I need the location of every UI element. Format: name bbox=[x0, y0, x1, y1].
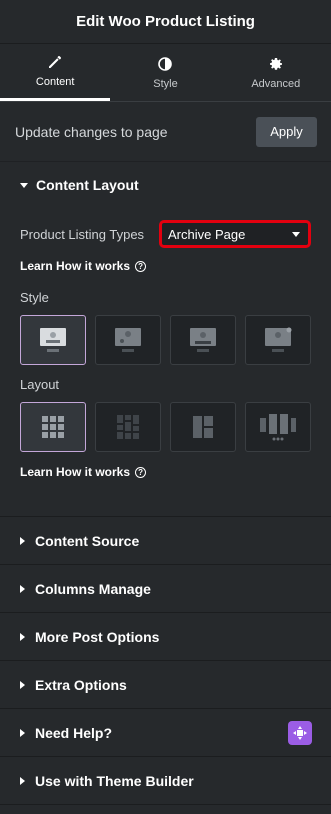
chevron-down-icon bbox=[292, 231, 300, 237]
layout-option-carousel[interactable] bbox=[245, 402, 311, 452]
update-row: Update changes to page Apply bbox=[0, 102, 331, 162]
metro-layout-icon bbox=[193, 416, 213, 438]
monitor-icon bbox=[115, 328, 141, 352]
section-title: More Post Options bbox=[35, 628, 160, 645]
learn-how-label-2: Learn How it works bbox=[20, 465, 131, 479]
style-options bbox=[20, 315, 311, 365]
style-option-4[interactable] bbox=[245, 315, 311, 365]
tab-content[interactable]: Content bbox=[0, 44, 111, 101]
tab-bar: Content Style Advanced bbox=[0, 44, 331, 102]
learn-how-link[interactable]: Learn How it works ? bbox=[20, 254, 311, 278]
listing-type-row: Product Listing Types Archive Page bbox=[20, 214, 311, 254]
section-extra-options[interactable]: Extra Options bbox=[0, 661, 331, 709]
style-option-1[interactable] bbox=[20, 315, 86, 365]
section-more-post-options[interactable]: More Post Options bbox=[0, 613, 331, 661]
masonry-layout-icon bbox=[117, 415, 139, 439]
pencil-icon bbox=[49, 56, 62, 68]
monitor-icon bbox=[190, 328, 216, 352]
caret-right-icon bbox=[20, 728, 25, 737]
content-layout-title: Content Layout bbox=[36, 177, 139, 193]
apply-button[interactable]: Apply bbox=[256, 116, 317, 147]
caret-right-icon bbox=[20, 776, 25, 785]
section-title: Columns Manage bbox=[35, 580, 151, 597]
style-option-3[interactable] bbox=[170, 315, 236, 365]
section-theme-builder[interactable]: Use with Theme Builder bbox=[0, 757, 331, 805]
tab-advanced-label: Advanced bbox=[251, 77, 301, 90]
section-content-source[interactable]: Content Source bbox=[0, 517, 331, 565]
layout-option-grid[interactable] bbox=[20, 402, 86, 452]
question-icon: ? bbox=[135, 260, 147, 272]
update-text: Update changes to page bbox=[15, 123, 168, 140]
caret-right-icon bbox=[20, 584, 25, 593]
section-columns-manage[interactable]: Columns Manage bbox=[0, 565, 331, 613]
style-label: Style bbox=[20, 290, 49, 305]
caret-down-icon bbox=[20, 182, 28, 188]
layout-options bbox=[20, 402, 311, 452]
layout-label: Layout bbox=[20, 377, 60, 392]
content-layout-section: Content Layout Product Listing Types Arc… bbox=[0, 162, 331, 517]
tab-style[interactable]: Style bbox=[110, 44, 220, 101]
caret-right-icon bbox=[20, 632, 25, 641]
learn-how-link-2[interactable]: Learn How it works ? bbox=[20, 460, 311, 484]
layout-option-masonry[interactable] bbox=[95, 402, 161, 452]
tab-content-label: Content bbox=[35, 76, 75, 88]
gear-icon bbox=[269, 57, 282, 70]
learn-how-label: Learn How it works bbox=[20, 259, 131, 273]
listing-type-value: Archive Page bbox=[168, 226, 246, 242]
section-title: Use with Theme Builder bbox=[35, 772, 194, 789]
monitor-icon bbox=[265, 327, 292, 352]
listing-type-label: Product Listing Types bbox=[20, 226, 145, 242]
grid-layout-icon bbox=[42, 416, 64, 438]
tab-style-label: Style bbox=[153, 77, 178, 90]
style-option-2[interactable] bbox=[95, 315, 161, 365]
panel-title: Edit Woo Product Listing bbox=[76, 13, 255, 30]
section-title: Extra Options bbox=[35, 676, 127, 693]
section-title: Content Source bbox=[35, 532, 140, 549]
caret-right-icon bbox=[20, 680, 25, 689]
listing-type-select[interactable]: Archive Page bbox=[159, 220, 311, 248]
plugin-badge-icon bbox=[288, 721, 312, 745]
caret-right-icon bbox=[20, 536, 25, 545]
tab-advanced[interactable]: Advanced bbox=[221, 44, 331, 101]
monitor-icon bbox=[40, 328, 66, 352]
section-need-help[interactable]: Need Help? bbox=[0, 709, 331, 757]
content-layout-header[interactable]: Content Layout bbox=[20, 162, 311, 208]
carousel-layout-icon bbox=[260, 414, 296, 441]
section-title: Need Help? bbox=[35, 724, 113, 741]
contrast-icon bbox=[158, 56, 173, 71]
layout-option-metro[interactable] bbox=[170, 402, 236, 452]
panel-header: Edit Woo Product Listing bbox=[0, 0, 331, 44]
question-icon: ? bbox=[135, 466, 147, 478]
